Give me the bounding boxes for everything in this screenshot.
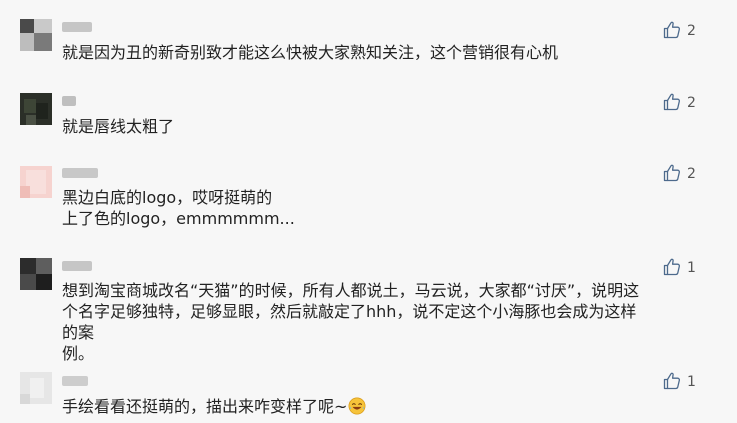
like-button[interactable]: 1: [662, 371, 702, 393]
comment-text: 就是唇线太粗了: [62, 117, 175, 136]
like-count: 1: [687, 260, 696, 276]
avatar[interactable]: [20, 166, 52, 198]
thumbs-up-icon: [663, 21, 681, 39]
comment-text: 黑边白底的logo，哎呀挺萌的 上了色的logo，emmmmmm...: [62, 188, 295, 228]
username-redacted[interactable]: [62, 20, 100, 34]
like-button[interactable]: 2: [662, 92, 702, 114]
comment-text: 手绘看看还挺萌的，描出来咋变样了呢~: [62, 396, 652, 417]
username-redacted[interactable]: [62, 259, 100, 273]
avatar[interactable]: [20, 258, 52, 290]
like-count: 2: [687, 95, 696, 111]
like-count: 2: [687, 23, 696, 39]
username-redacted[interactable]: [62, 166, 100, 180]
thumbs-up-icon: [663, 372, 681, 390]
like-count: 1: [687, 374, 696, 390]
thumbs-up-icon: [663, 164, 681, 182]
comment-text: 就是因为丑的新奇别致才能这么快被大家熟知关注，这个营销很有心机: [62, 43, 559, 62]
avatar[interactable]: [20, 19, 52, 51]
thumbs-up-icon: [663, 258, 681, 276]
like-button[interactable]: 2: [662, 163, 702, 185]
username-redacted[interactable]: [62, 374, 100, 388]
like-count: 2: [687, 166, 696, 182]
avatar[interactable]: [20, 372, 52, 404]
like-button[interactable]: 1: [662, 257, 702, 279]
comment-text-content: 手绘看看还挺萌的，描出来咋变样了呢~: [62, 397, 348, 416]
comment-text: 想到淘宝商城改名“天猫”的时候，所有人都说土，马云说，大家都“讨厌”，说明这 个…: [62, 281, 640, 363]
like-button[interactable]: 2: [662, 20, 702, 42]
laughing-face-emoji-icon: [348, 397, 366, 415]
username-redacted[interactable]: [62, 94, 100, 108]
comment-list: 就是因为丑的新奇别致才能这么快被大家熟知关注，这个营销很有心机 2 就是唇线太粗…: [0, 0, 737, 423]
avatar[interactable]: [20, 93, 52, 125]
thumbs-up-icon: [663, 93, 681, 111]
